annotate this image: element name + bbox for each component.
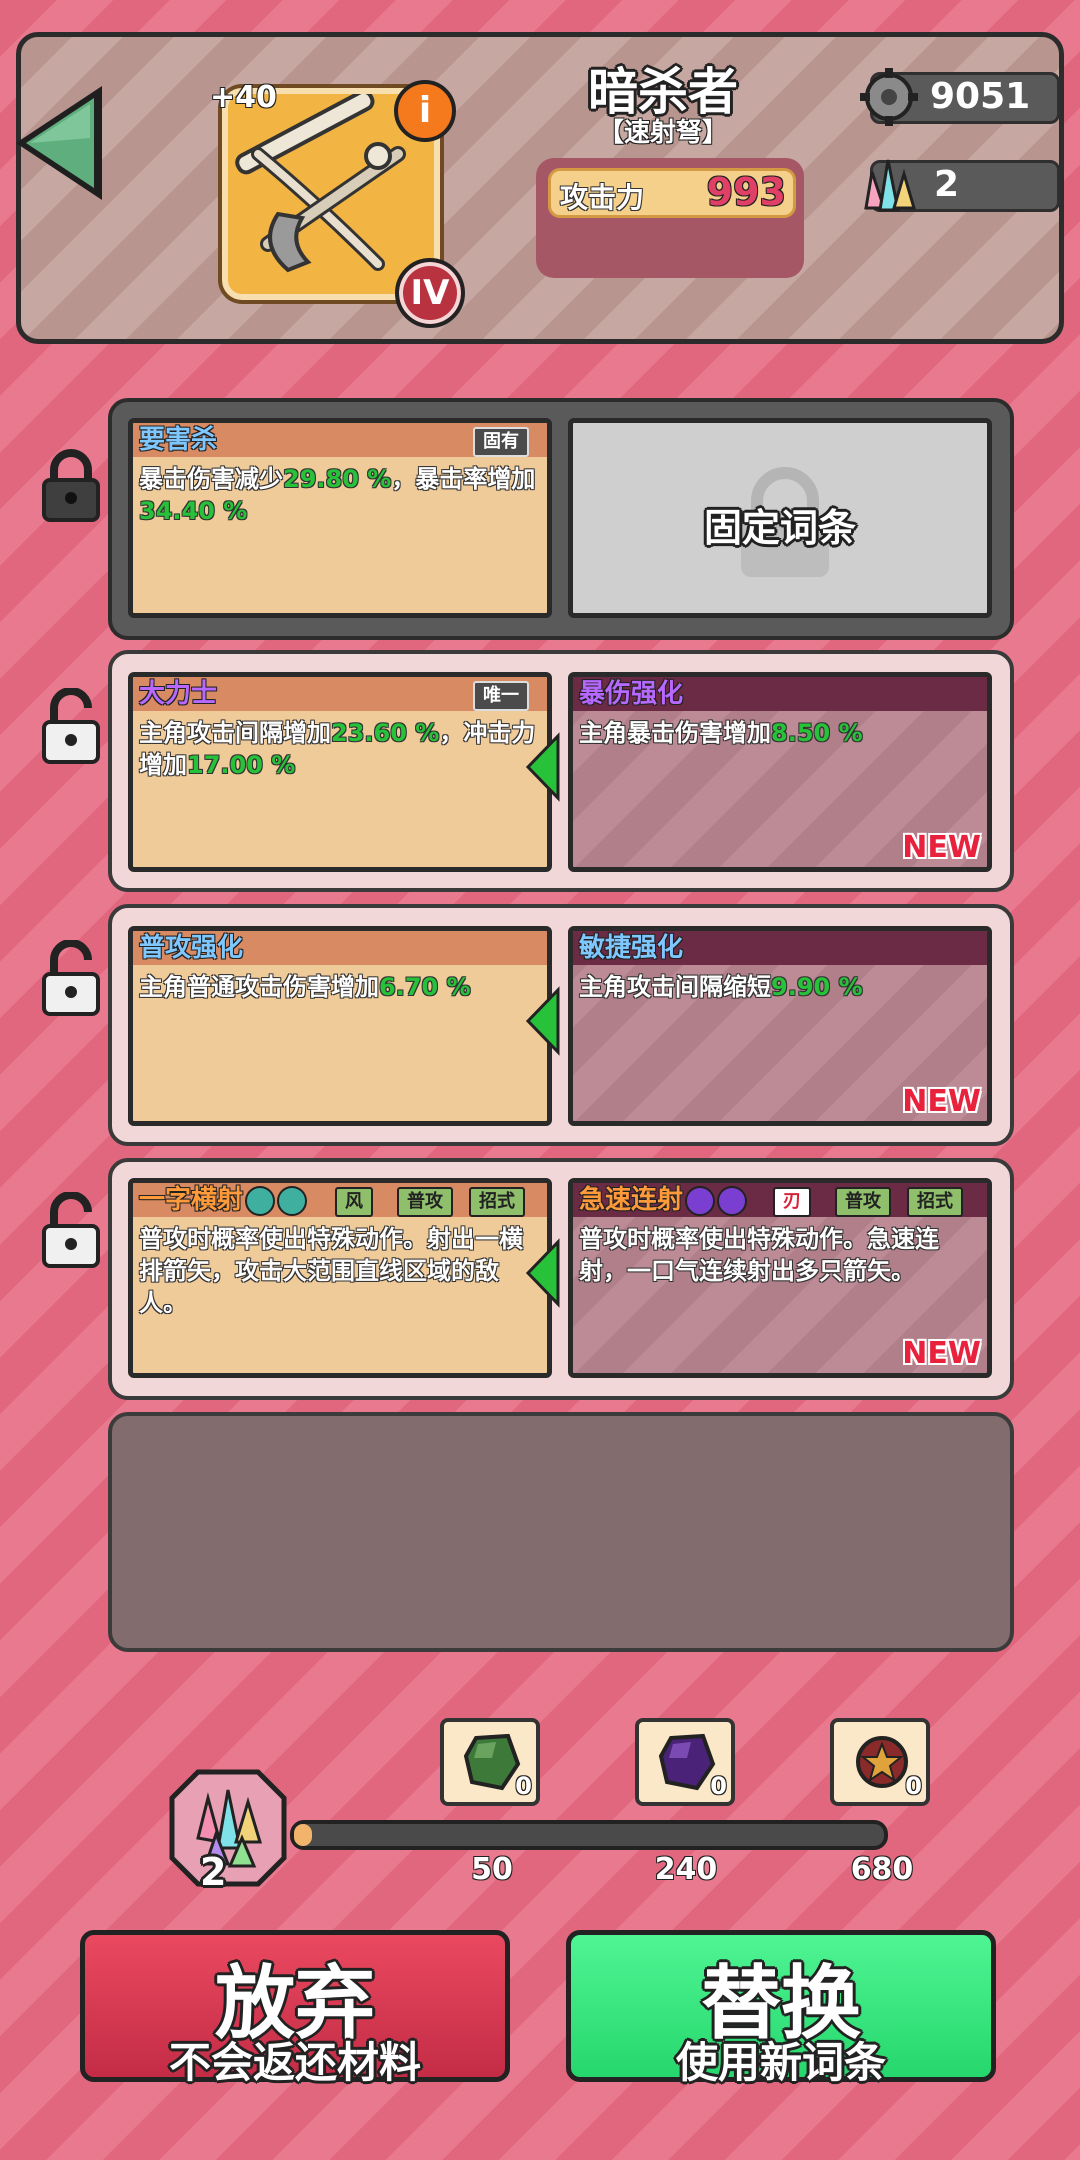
material-stone-slot[interactable]: 0 (440, 1718, 540, 1806)
rank-badge: IV (395, 258, 465, 328)
new-badge: NEW (902, 1084, 981, 1119)
new-badge: NEW (902, 1336, 981, 1371)
attack-label: 攻击力 (560, 181, 645, 214)
blade-skill-icon (717, 1185, 748, 1216)
lock-open-icon[interactable] (38, 1192, 104, 1272)
affix-title: 敏捷强化 (573, 931, 987, 965)
material-progress-fill (294, 1824, 312, 1846)
crystal-icon (864, 159, 917, 212)
skill-tag: 刃 (773, 1187, 811, 1217)
skill-tag: 招式 (469, 1187, 525, 1217)
replace-arrow-icon (526, 1238, 560, 1308)
skill-tag: 风 (335, 1187, 373, 1217)
stone-count: 0 (515, 1772, 532, 1800)
affix-tag: 唯一 (473, 681, 529, 711)
milestone-label: 240 (654, 1852, 718, 1887)
gem-count: 2 (934, 164, 960, 205)
blade-skill-icon (685, 1185, 716, 1216)
affix-description: 主角普通攻击伤害增加6.70 % (139, 973, 471, 1001)
material-owned-count: 2 (200, 1850, 227, 1894)
skill-tag: 招式 (907, 1187, 963, 1217)
gear-icon (860, 68, 918, 126)
affix-description: 普攻时概率使出特殊动作。射出一横排箭矢，攻击大范围直线区域的敌人。 (139, 1225, 523, 1317)
milestone-label: 680 (850, 1852, 914, 1887)
affix-tag: 固有 (473, 427, 529, 457)
milestone-label: 50 (471, 1852, 513, 1887)
fixed-affix-label: 固定词条 (703, 506, 856, 550)
affix-description: 暴击伤害减少29.80 %，暴击率增加34.40 % (139, 465, 536, 525)
replace-button[interactable]: 替换 使用新词条 (566, 1930, 996, 2087)
wind-skill-icon (245, 1185, 276, 1216)
affix-card-new[interactable]: 急速连射 刃 普攻 招式 普攻时概率使出特殊动作。急速连射，一口气连续射出多只箭… (568, 1178, 992, 1378)
replace-arrow-icon (526, 732, 560, 802)
affix-description: 主角攻击间隔增加23.60 %，冲击力增加17.00 % (139, 719, 536, 779)
info-icon[interactable]: i (394, 80, 456, 142)
affix-description: 普攻时概率使出特殊动作。急速连射，一口气连续射出多只箭矢。 (579, 1225, 939, 1285)
green-stone-icon (463, 1733, 521, 1791)
replace-arrow-icon (526, 986, 560, 1056)
back-arrow-icon[interactable] (10, 78, 110, 208)
purple-stone-icon (658, 1733, 716, 1791)
affix-card-current[interactable]: 大力士 唯一 主角攻击间隔增加23.60 %，冲击力增加17.00 % (128, 672, 552, 872)
gear-count: 9051 (930, 76, 1031, 117)
affix-title: 暴伤强化 (573, 677, 987, 711)
abandon-button-sublabel: 不会返还材料 (168, 2038, 421, 2087)
affix-card-current[interactable]: 要害杀 固有 暴击伤害减少29.80 %，暴击率增加34.40 % (128, 418, 552, 618)
attack-value: 993 (706, 170, 786, 214)
replace-button-sublabel: 使用新词条 (675, 2038, 886, 2087)
stone-count: 0 (905, 1772, 922, 1800)
affix-card-current[interactable]: 一字横射 风 普攻 招式 普攻时概率使出特殊动作。射出一横排箭矢，攻击大范围直线… (128, 1178, 552, 1378)
star-stone-icon (856, 1736, 908, 1788)
lock-closed-icon[interactable] (38, 446, 104, 526)
abandon-button[interactable]: 放弃 不会返还材料 (80, 1930, 510, 2087)
lock-open-icon[interactable] (38, 940, 104, 1020)
new-badge: NEW (902, 830, 981, 865)
fixed-affix-slot: 固定词条 (568, 418, 992, 618)
crystal-pile-icon (169, 1769, 287, 1887)
lock-open-icon[interactable] (38, 688, 104, 768)
material-stone-slot[interactable]: 0 (830, 1718, 930, 1806)
weapon-type: 【速射弩】 (597, 118, 728, 148)
weapon-level: +40 (210, 80, 277, 115)
affix-card-new[interactable]: 敏捷强化 主角攻击间隔缩短9.90 % NEW (568, 926, 992, 1126)
material-progress-bar (290, 1820, 888, 1850)
wind-skill-icon (277, 1185, 308, 1216)
affix-card-new[interactable]: 暴伤强化 主角暴击伤害增加8.50 % NEW (568, 672, 992, 872)
affix-description: 主角攻击间隔缩短9.90 % (579, 973, 863, 1001)
skill-tag: 普攻 (835, 1187, 891, 1217)
affix-card-current[interactable]: 普攻强化 主角普通攻击伤害增加6.70 % (128, 926, 552, 1126)
affix-title: 普攻强化 (133, 931, 547, 965)
empty-affix-panel (108, 1412, 1014, 1652)
skill-tag: 普攻 (397, 1187, 453, 1217)
stone-count: 0 (710, 1772, 727, 1800)
material-stone-slot[interactable]: 0 (635, 1718, 735, 1806)
affix-description: 主角暴击伤害增加8.50 % (579, 719, 863, 747)
